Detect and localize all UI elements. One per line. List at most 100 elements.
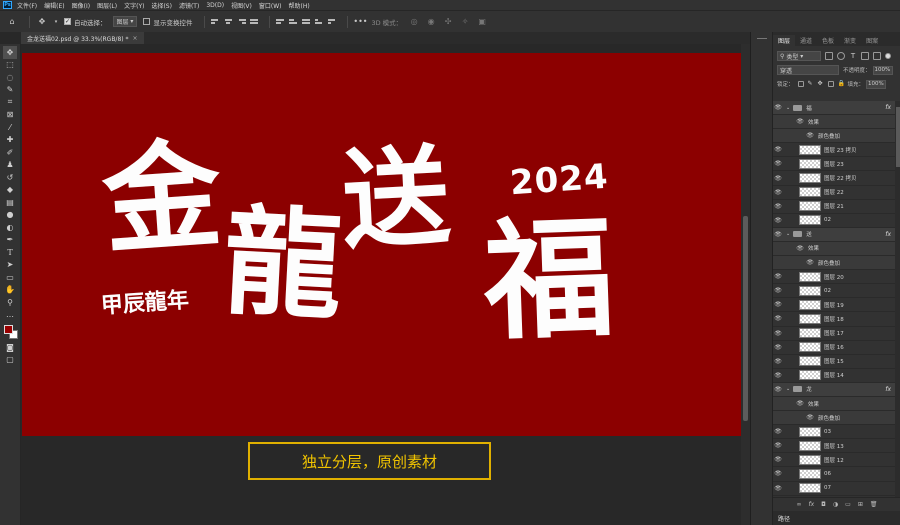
eye-icon[interactable]: 👁: [773, 203, 783, 210]
layer-row[interactable]: 👁 图层 18: [773, 312, 895, 327]
eye-icon[interactable]: 👁: [773, 160, 783, 167]
shape-tool-icon[interactable]: ▭: [3, 271, 17, 284]
lock-transparent-icon[interactable]: [797, 81, 804, 87]
distribute-top-icon[interactable]: [276, 17, 285, 26]
eye-icon[interactable]: 👁: [773, 485, 783, 492]
close-icon[interactable]: ×: [133, 35, 138, 42]
delete-layer-icon[interactable]: 🗑: [870, 501, 878, 508]
paths-panel-tab[interactable]: 路径: [773, 511, 900, 525]
3d-roll-icon[interactable]: ◉: [425, 16, 437, 28]
align-center-h-icon[interactable]: [224, 17, 233, 26]
quick-select-tool-icon[interactable]: ✎: [3, 84, 17, 97]
brush-tool-icon[interactable]: ✐: [3, 146, 17, 159]
layer-row[interactable]: 👁 图层 17: [773, 327, 895, 341]
zoom-tool-icon[interactable]: ⚲: [3, 296, 17, 309]
foreground-color-swatch[interactable]: [4, 325, 13, 334]
layer-row[interactable]: 👁 图层 20: [773, 270, 895, 285]
menu-3d[interactable]: 3D(D): [206, 2, 224, 9]
eye-icon[interactable]: 👁: [773, 386, 783, 393]
align-right-icon[interactable]: [237, 17, 247, 26]
path-select-tool-icon[interactable]: ➤: [3, 259, 17, 272]
chevron-down-icon[interactable]: ⌄: [786, 231, 790, 237]
chevron-down-icon[interactable]: ⌄: [786, 105, 790, 111]
tab-swatches[interactable]: 色板: [817, 35, 839, 46]
eye-icon[interactable]: 👁: [795, 245, 805, 252]
eye-icon[interactable]: 👁: [773, 146, 783, 153]
tab-channels[interactable]: 通道: [795, 35, 817, 46]
menu-type[interactable]: 文字(Y): [124, 1, 144, 10]
layer-row[interactable]: 👁 图层 22: [773, 186, 895, 200]
layer-row[interactable]: 👁 07: [773, 482, 895, 496]
document-tab[interactable]: 金龙送福02.psd @ 33.3%(RGB/8) * ×: [21, 32, 144, 44]
layer-effects[interactable]: 👁 效果: [773, 115, 895, 130]
layer-row[interactable]: 👁 06: [773, 467, 895, 482]
color-swatches[interactable]: [2, 323, 18, 341]
filter-type-icon[interactable]: T: [849, 52, 857, 60]
more-options-icon[interactable]: •••: [353, 16, 367, 28]
layer-group-long[interactable]: 👁 ⌄ 龙 fx: [773, 382, 895, 397]
fx-icon[interactable]: fx: [885, 231, 891, 238]
layer-row[interactable]: 👁 02: [773, 284, 895, 299]
menu-select[interactable]: 选择(S): [151, 1, 172, 10]
layer-effect-color-overlay[interactable]: 👁 颜色叠加: [773, 256, 895, 271]
adjustment-layer-icon[interactable]: ◑: [833, 501, 838, 508]
3d-scale-icon[interactable]: ▣: [476, 16, 488, 28]
lock-all-icon[interactable]: 🔒: [838, 81, 845, 87]
eye-icon[interactable]: 👁: [795, 118, 805, 125]
filter-adjustment-icon[interactable]: [837, 52, 845, 60]
screen-mode-icon[interactable]: ▢: [3, 354, 17, 367]
filter-shape-icon[interactable]: [861, 52, 869, 60]
layer-row[interactable]: 👁 图层 23 拷贝: [773, 143, 895, 158]
filter-smart-object-icon[interactable]: [873, 52, 881, 60]
fx-icon[interactable]: fx: [885, 386, 891, 393]
fx-icon[interactable]: fx: [885, 104, 891, 111]
layer-effects[interactable]: 👁 效果: [773, 241, 895, 257]
eye-icon[interactable]: 👁: [773, 358, 783, 365]
history-brush-tool-icon[interactable]: ↺: [3, 171, 17, 184]
tab-gradients[interactable]: 渐变: [839, 35, 861, 46]
gradient-tool-icon[interactable]: ▤: [3, 196, 17, 209]
3d-slide-icon[interactable]: ✧: [459, 16, 471, 28]
link-layers-icon[interactable]: ∞: [797, 501, 802, 508]
eye-icon[interactable]: 👁: [773, 273, 783, 280]
layer-row[interactable]: 👁 图层 14: [773, 369, 895, 383]
eyedropper-tool-icon[interactable]: ⁄: [3, 121, 17, 134]
layer-row[interactable]: 👁 02: [773, 214, 895, 228]
eye-icon[interactable]: 👁: [773, 217, 783, 224]
menu-view[interactable]: 视图(V): [231, 1, 252, 10]
eye-icon[interactable]: 👁: [795, 400, 805, 407]
layer-row[interactable]: 👁 图层 21: [773, 200, 895, 214]
eye-icon[interactable]: 👁: [773, 175, 783, 182]
distribute-right-icon[interactable]: [328, 17, 337, 26]
menu-file[interactable]: 文件(F): [17, 1, 37, 10]
layer-group-song[interactable]: 👁 ⌄ 送 fx: [773, 227, 895, 242]
layer-row[interactable]: 👁 图层 12: [773, 453, 895, 468]
layer-effect-color-overlay[interactable]: 👁 颜色叠加: [773, 129, 895, 144]
layer-effect-color-overlay[interactable]: 👁 颜色叠加: [773, 411, 895, 426]
healing-brush-tool-icon[interactable]: ✚: [3, 134, 17, 147]
layer-row[interactable]: 👁 图层 19: [773, 298, 895, 313]
menu-image[interactable]: 图像(I): [72, 1, 90, 10]
align-top-icon[interactable]: [250, 17, 259, 26]
collapse-grip[interactable]: [756, 38, 767, 39]
auto-select-target-dropdown[interactable]: 图层 ▾: [112, 16, 138, 27]
eye-icon[interactable]: 👁: [805, 259, 815, 266]
layer-group-fu[interactable]: 👁 ⌄ 福 fx: [773, 101, 895, 116]
3d-pan-icon[interactable]: ✣: [442, 16, 454, 28]
eye-icon[interactable]: 👁: [773, 470, 783, 477]
canvas-area[interactable]: 金 龍 送 2024 福 甲辰龍年 独立分层，原创素材: [21, 44, 741, 525]
eye-icon[interactable]: 👁: [773, 189, 783, 196]
layer-row[interactable]: 👁 图层 15: [773, 355, 895, 369]
distribute-left-icon[interactable]: [315, 17, 324, 26]
auto-select-checkbox[interactable]: ✓: [64, 18, 71, 25]
blur-tool-icon[interactable]: ●: [3, 209, 17, 222]
dodge-tool-icon[interactable]: ◐: [3, 221, 17, 234]
frame-tool-icon[interactable]: ⊠: [3, 109, 17, 122]
eye-icon[interactable]: 👁: [773, 344, 783, 351]
menu-help[interactable]: 帮助(H): [289, 1, 310, 10]
filter-toggle-icon[interactable]: [885, 53, 891, 59]
chevron-down-icon[interactable]: ▾: [53, 16, 59, 28]
eye-icon[interactable]: 👁: [773, 428, 783, 435]
3d-orbit-icon[interactable]: ◎: [408, 16, 420, 28]
tab-patterns[interactable]: 图案: [861, 35, 883, 46]
